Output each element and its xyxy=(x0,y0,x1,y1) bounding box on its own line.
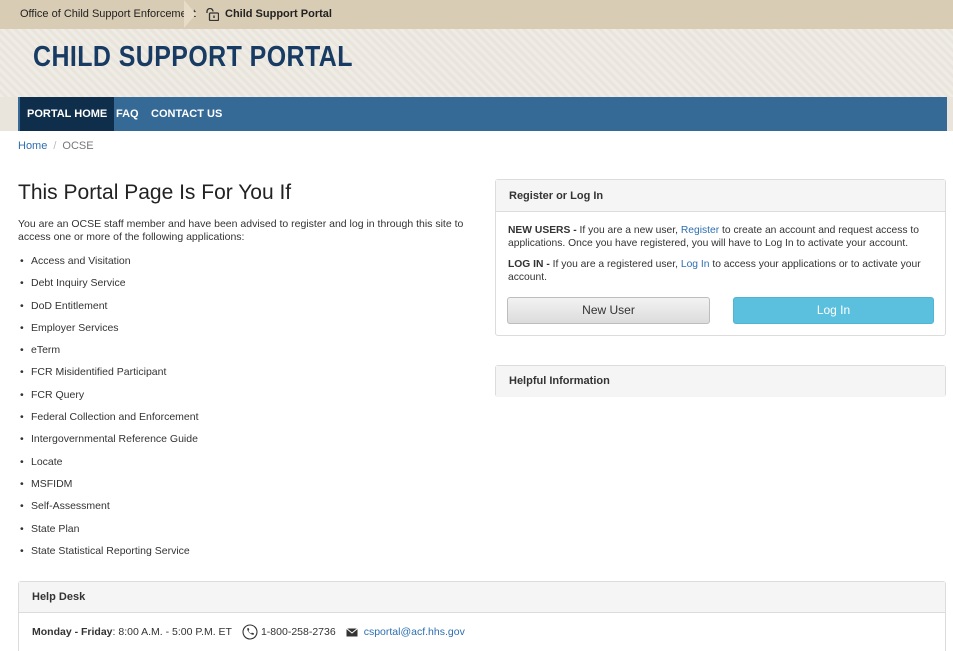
list-item: eTerm xyxy=(18,343,199,365)
helpful-information-heading[interactable]: Helpful Information xyxy=(496,366,945,397)
breadcrumb-home[interactable]: Home xyxy=(18,140,47,152)
helpful-information-panel[interactable]: Helpful Information xyxy=(495,365,946,397)
portal-link-label: Child Support Portal xyxy=(225,8,332,20)
list-item: FCR Misidentified Participant xyxy=(18,365,199,387)
page-title: This Portal Page Is For You If xyxy=(18,181,292,204)
help-desk-body: Monday - Friday: 8:00 A.M. - 5:00 P.M. E… xyxy=(19,613,945,651)
application-list: Access and Visitation Debt Inquiry Servi… xyxy=(18,254,199,566)
list-item: Intergovernmental Reference Guide xyxy=(18,432,199,454)
register-panel-heading: Register or Log In xyxy=(496,180,945,212)
list-item: Self-Assessment xyxy=(18,499,199,521)
help-desk-phone: 1-800-258-2736 xyxy=(242,624,336,640)
new-users-label: NEW USERS - xyxy=(508,225,577,236)
new-user-button[interactable]: New User xyxy=(507,297,710,324)
login-button[interactable]: Log In xyxy=(733,297,934,324)
lock-icon xyxy=(206,7,219,21)
login-text: LOG IN - If you are a registered user, L… xyxy=(508,258,933,284)
nav-faq[interactable]: FAQ xyxy=(116,97,139,131)
help-desk-panel: Help Desk Monday - Friday: 8:00 A.M. - 5… xyxy=(18,581,946,651)
help-desk-heading: Help Desk xyxy=(19,582,945,613)
nav-portal-home[interactable]: PORTAL HOME xyxy=(20,97,115,131)
breadcrumb-current: OCSE xyxy=(62,140,94,152)
login-pre: If you are a registered user, xyxy=(549,259,681,270)
breadcrumb: Home / OCSE xyxy=(18,140,94,152)
login-link[interactable]: Log In xyxy=(681,259,710,270)
login-label: LOG IN - xyxy=(508,259,550,270)
list-item: State Statistical Reporting Service xyxy=(18,544,199,566)
intro-text: You are an OCSE staff member and have be… xyxy=(18,218,464,243)
help-desk-days: Monday - Friday xyxy=(32,626,113,638)
help-desk-email-link[interactable]: csportal@acf.hhs.gov xyxy=(364,626,465,638)
register-panel-body: NEW USERS - If you are a new user, Regis… xyxy=(496,212,945,284)
list-item: Employer Services xyxy=(18,321,199,343)
list-item: State Plan xyxy=(18,522,199,544)
chevron-right-icon xyxy=(184,0,196,28)
portal-link[interactable]: Child Support Portal xyxy=(205,0,332,29)
list-item: MSFIDM xyxy=(18,477,199,499)
phone-icon xyxy=(242,624,258,640)
list-item: FCR Query xyxy=(18,388,199,410)
top-breadcrumb-bar: Office of Child Support Enforcement Chil… xyxy=(0,0,953,29)
help-desk-hours: : 8:00 A.M. - 5:00 P.M. ET xyxy=(112,626,232,638)
list-item: DoD Entitlement xyxy=(18,299,199,321)
new-users-text: NEW USERS - If you are a new user, Regis… xyxy=(508,224,933,250)
help-desk-email: csportal@acf.hhs.gov xyxy=(345,626,465,638)
list-item: Federal Collection and Enforcement xyxy=(18,410,199,432)
list-item: Debt Inquiry Service xyxy=(18,276,199,298)
register-link[interactable]: Register xyxy=(681,225,719,236)
site-title[interactable]: CHILD SUPPORT PORTAL xyxy=(33,41,353,74)
main-nav: PORTAL HOME FAQ CONTACT US xyxy=(0,97,953,131)
nav-contact-us[interactable]: CONTACT US xyxy=(151,97,222,131)
site-banner: CHILD SUPPORT PORTAL xyxy=(0,29,953,97)
list-item: Access and Visitation xyxy=(18,254,199,276)
breadcrumb-separator: / xyxy=(53,140,57,152)
list-item: Locate xyxy=(18,455,199,477)
new-users-pre: If you are a new user, xyxy=(576,225,681,236)
envelope-icon xyxy=(345,627,358,636)
help-desk-phone-number: 1-800-258-2736 xyxy=(260,626,336,638)
